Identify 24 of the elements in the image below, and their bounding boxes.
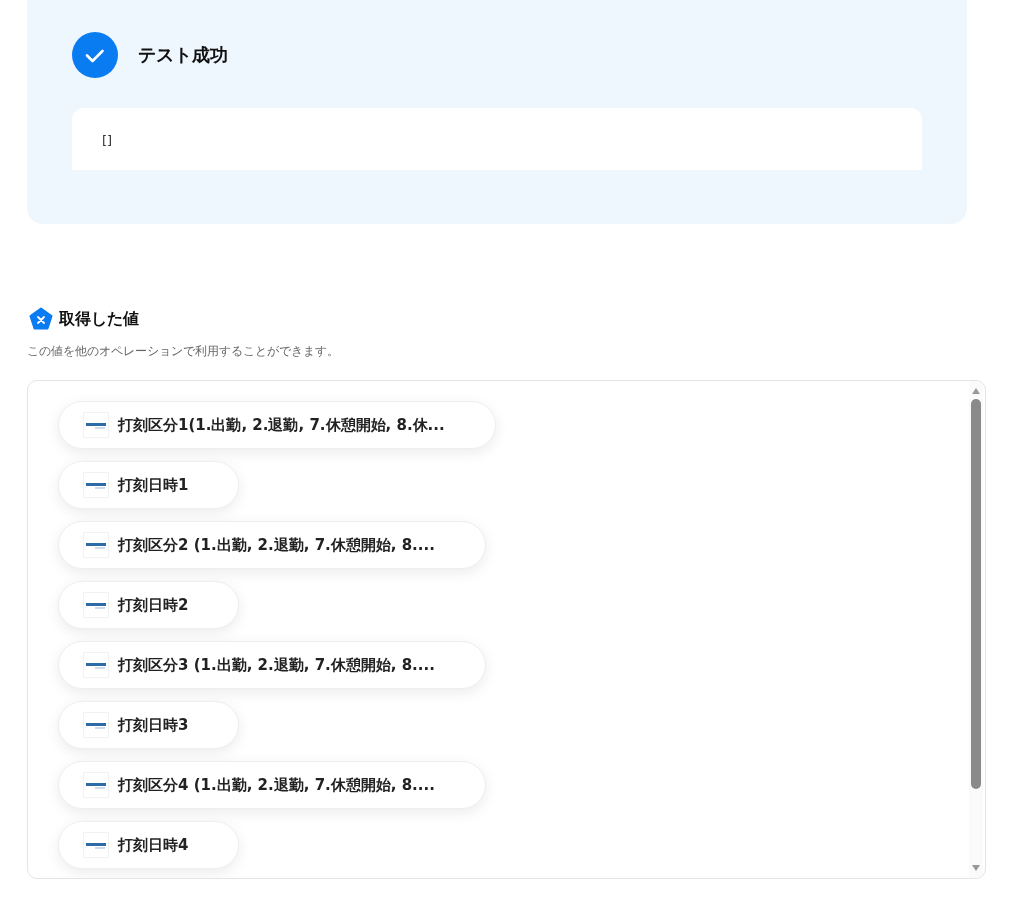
- value-chip[interactable]: 打刻日時2: [58, 581, 240, 629]
- result-title: テスト成功: [138, 43, 228, 67]
- scrollbar[interactable]: [969, 381, 983, 878]
- scroll-down-icon[interactable]: [971, 864, 981, 872]
- value-chip[interactable]: 打刻日時4: [58, 821, 240, 869]
- value-chip[interactable]: 打刻区分1(1.出勤, 2.退勤, 7.休憩開始, 8.休...: [58, 401, 496, 449]
- output-text: []: [102, 133, 113, 148]
- section-title: 取得した値: [59, 308, 139, 330]
- scroll-up-icon[interactable]: [971, 387, 981, 395]
- value-chip[interactable]: 打刻区分4 (1.出勤, 2.退勤, 7.休憩開始, 8....: [58, 761, 486, 809]
- value-chip[interactable]: 打刻日時3: [58, 701, 240, 749]
- value-chip[interactable]: 打刻区分2 (1.出勤, 2.退勤, 7.休憩開始, 8....: [58, 521, 486, 569]
- logo-icon: [83, 712, 109, 738]
- logo-icon: [83, 772, 109, 798]
- logo-icon: [83, 832, 109, 858]
- logo-icon: [83, 592, 109, 618]
- logo-icon: [83, 472, 109, 498]
- pentagon-icon: [29, 307, 53, 331]
- value-chip[interactable]: 打刻日時1: [58, 461, 240, 509]
- logo-icon: [83, 532, 109, 558]
- value-chip[interactable]: 打刻区分3 (1.出勤, 2.退勤, 7.休憩開始, 8....: [58, 641, 486, 689]
- logo-icon: [83, 652, 109, 678]
- logo-icon: [83, 412, 109, 438]
- section-description: この値を他のオペレーションで利用することができます。: [27, 343, 340, 360]
